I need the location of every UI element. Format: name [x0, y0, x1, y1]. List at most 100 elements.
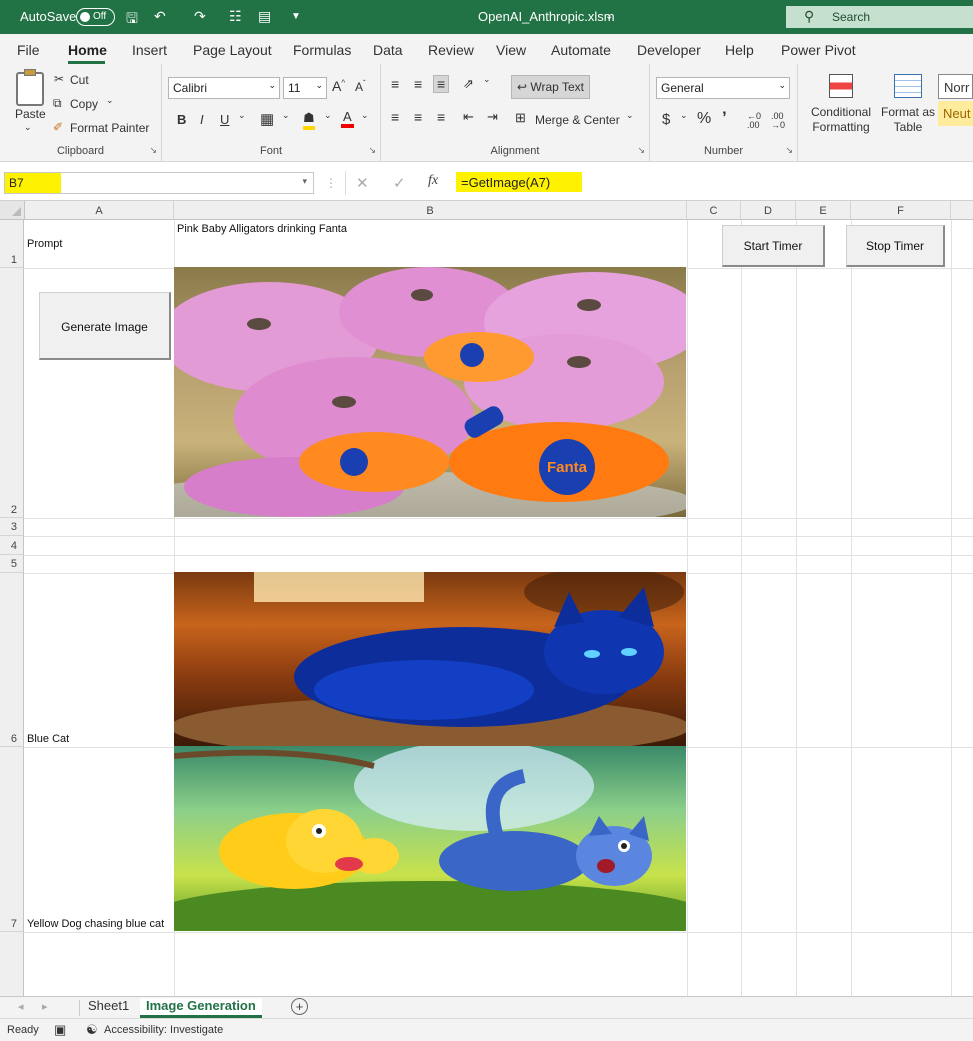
conditional-formatting-button[interactable]: Conditional Formatting	[810, 105, 872, 135]
alligators-fanta-image[interactable]: Fanta	[174, 267, 686, 517]
sheet-tab-sheet1[interactable]: Sheet1	[88, 998, 129, 1013]
start-timer-button[interactable]: Start Timer	[722, 225, 825, 267]
tab-formulas[interactable]: Formulas	[293, 42, 351, 58]
cut-button[interactable]: Cut	[70, 73, 89, 87]
tab-page-layout[interactable]: Page Layout	[193, 42, 272, 58]
font-launcher-icon[interactable]: ↘	[368, 145, 376, 156]
borders-icon[interactable]: ▦	[260, 110, 274, 128]
undo-icon[interactable]: ↶	[154, 8, 166, 25]
merge-center-button[interactable]: Merge & Center	[535, 113, 620, 127]
autosave-toggle[interactable]: Off	[76, 8, 115, 26]
column-header-f[interactable]: F	[851, 201, 951, 220]
merge-chevron-icon[interactable]: ⌄	[626, 110, 634, 121]
accessibility-icon[interactable]: ☯	[86, 1022, 98, 1038]
column-header-e[interactable]: E	[796, 201, 851, 220]
row-header-5[interactable]: 5	[0, 555, 24, 573]
copy-chevron-icon[interactable]: ⌄	[106, 95, 114, 106]
decrease-decimal-icon[interactable]: .00 →0	[771, 112, 785, 130]
bold-icon[interactable]: B	[177, 112, 186, 127]
style-normal[interactable]: Norr	[938, 74, 973, 99]
orientation-icon[interactable]: ⇗	[463, 76, 474, 92]
merge-center-icon[interactable]: ⊞	[515, 110, 526, 126]
customize-qat-icon[interactable]: ▼	[291, 11, 301, 22]
tab-data[interactable]: Data	[373, 42, 403, 58]
style-neutral[interactable]: Neut	[938, 101, 973, 126]
column-header-d[interactable]: D	[741, 201, 796, 220]
font-color-icon[interactable]: A	[341, 109, 354, 128]
blue-cat-image[interactable]	[174, 572, 686, 746]
formula-input[interactable]: =GetImage(A7)	[456, 172, 973, 194]
wrap-text-button[interactable]: ↩ Wrap Text	[511, 75, 590, 99]
stop-timer-button[interactable]: Stop Timer	[846, 225, 945, 267]
save-icon[interactable]: 🖫	[126, 8, 138, 32]
tab-review[interactable]: Review	[428, 42, 474, 58]
row-header-4[interactable]: 4	[0, 536, 24, 555]
clipboard-launcher-icon[interactable]: ↘	[149, 145, 157, 156]
row-header-3[interactable]: 3	[0, 518, 24, 536]
form-icon[interactable]: ▤	[258, 8, 271, 25]
tab-automate[interactable]: Automate	[551, 42, 611, 58]
decrease-indent-icon[interactable]: ⇤	[463, 109, 474, 125]
cell-b1[interactable]: Pink Baby Alligators drinking Fanta	[177, 223, 347, 235]
borders-chevron-icon[interactable]: ⌄	[282, 110, 290, 121]
file-name[interactable]: OpenAI_Anthropic.xlsm	[478, 9, 615, 24]
align-right-icon[interactable]: ≡	[437, 109, 445, 125]
column-header-a[interactable]: A	[25, 201, 174, 220]
cancel-icon[interactable]: ✕	[356, 174, 369, 192]
search-box[interactable]: ⚲ Search	[786, 6, 973, 28]
orientation-chevron-icon[interactable]: ⌄	[483, 74, 491, 85]
font-color-chevron-icon[interactable]: ⌄	[361, 110, 369, 121]
row-header-6[interactable]: 6	[0, 573, 24, 747]
font-size-select[interactable]: 11 ⌄	[283, 77, 327, 99]
worksheet-grid[interactable]: A B C D E F 1 2 3 4 5 6 7 Prompt Pink Ba…	[0, 201, 973, 996]
number-format-select[interactable]: General ⌄	[656, 77, 790, 99]
align-middle-icon[interactable]: ≡	[414, 76, 422, 92]
tab-view[interactable]: View	[496, 42, 526, 58]
row-header-7[interactable]: 7	[0, 747, 24, 932]
alignment-launcher-icon[interactable]: ↘	[637, 145, 645, 156]
cell-a1[interactable]: Prompt	[27, 238, 62, 250]
prev-sheet-icon[interactable]: ◂	[18, 1000, 24, 1013]
copy-button[interactable]: Copy	[70, 97, 98, 111]
paste-icon[interactable]	[16, 69, 44, 106]
filename-chevron-icon[interactable]: ⌄	[605, 11, 613, 22]
currency-icon[interactable]: $	[662, 111, 670, 128]
format-as-table-icon[interactable]	[894, 74, 922, 98]
sitemap-icon[interactable]: ☷	[229, 8, 242, 25]
cell-a7[interactable]: Yellow Dog chasing blue cat	[27, 918, 164, 930]
increase-indent-icon[interactable]: ⇥	[487, 109, 498, 125]
increase-font-icon[interactable]: A^	[332, 78, 345, 94]
add-sheet-icon[interactable]: +	[291, 998, 308, 1015]
cut-icon[interactable]: ✂	[54, 72, 64, 86]
underline-icon[interactable]: U	[220, 112, 229, 127]
accessibility-status[interactable]: Accessibility: Investigate	[104, 1024, 223, 1036]
number-launcher-icon[interactable]: ↘	[785, 145, 793, 156]
insert-function-icon[interactable]: fx	[428, 173, 438, 189]
row-header-2[interactable]: 2	[0, 268, 24, 518]
column-header-b[interactable]: B	[174, 201, 687, 220]
name-box-chevron-icon[interactable]: ▾	[302, 176, 307, 187]
align-left-icon[interactable]: ≡	[391, 109, 399, 125]
tab-developer[interactable]: Developer	[637, 42, 701, 58]
format-as-table-button[interactable]: Format as Table	[880, 105, 936, 135]
decrease-font-icon[interactable]: Aˇ	[355, 79, 366, 94]
column-header-c[interactable]: C	[687, 201, 741, 220]
currency-chevron-icon[interactable]: ⌄	[680, 110, 688, 121]
enter-icon[interactable]: ✓	[393, 174, 406, 192]
column-header-g[interactable]	[951, 201, 973, 220]
next-sheet-icon[interactable]: ▸	[42, 1000, 48, 1013]
row-header-1[interactable]: 1	[0, 220, 24, 268]
name-box[interactable]: B7 ▾	[4, 172, 314, 194]
format-painter-icon[interactable]: ✐	[53, 120, 63, 134]
copy-icon[interactable]: ⧉	[53, 96, 62, 111]
align-top-icon[interactable]: ≡	[391, 76, 399, 92]
paste-chevron-icon[interactable]: ⌄	[24, 122, 32, 133]
macro-record-icon[interactable]: ▣	[54, 1022, 66, 1038]
tab-file[interactable]: File	[17, 42, 40, 58]
cell-a6[interactable]: Blue Cat	[27, 733, 69, 745]
paste-button[interactable]: Paste	[15, 107, 46, 121]
tab-home[interactable]: Home	[68, 42, 107, 58]
redo-icon[interactable]: ↷	[194, 8, 206, 25]
align-center-icon[interactable]: ≡	[414, 109, 422, 125]
comma-style-icon[interactable]: ’	[722, 108, 727, 128]
